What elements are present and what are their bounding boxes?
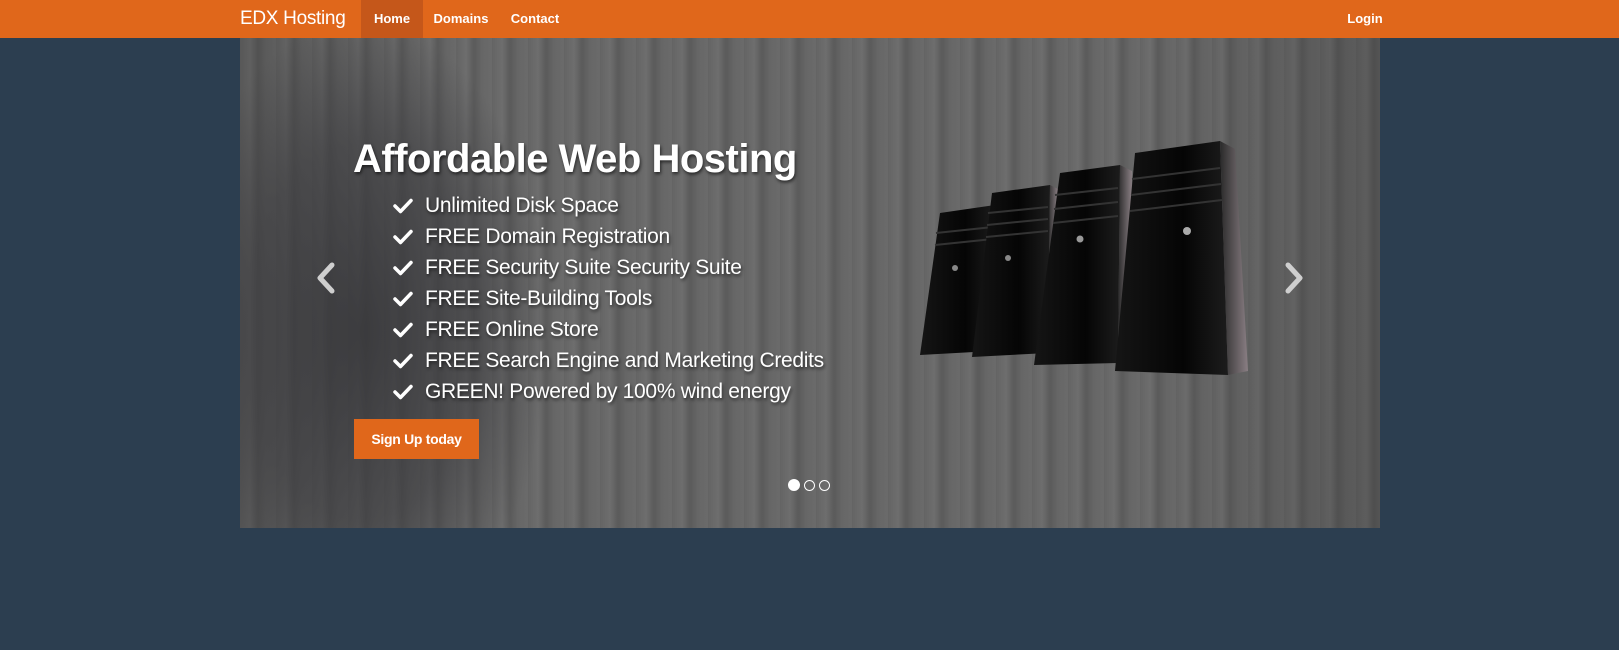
server-towers-image	[920, 141, 1248, 375]
signup-button[interactable]: Sign Up today	[354, 419, 479, 459]
check-icon	[393, 291, 413, 306]
carousel-indicator[interactable]	[804, 480, 815, 491]
hero-headline: Affordable Web Hosting	[353, 137, 797, 181]
feature-label: FREE Domain Registration	[425, 224, 670, 248]
feature-label: FREE Site-Building Tools	[425, 286, 653, 310]
feature-item: FREE Domain Registration	[393, 221, 824, 252]
check-icon	[393, 353, 413, 368]
nav-login[interactable]: Login	[1338, 0, 1392, 38]
nav-contact[interactable]: Contact	[499, 0, 571, 38]
check-icon	[393, 322, 413, 337]
feature-list: Unlimited Disk Space FREE Domain Registr…	[393, 190, 824, 407]
check-icon	[393, 260, 413, 275]
carousel-indicator[interactable]	[819, 480, 830, 491]
brand-logo[interactable]: EDX Hosting	[240, 0, 346, 38]
feature-label: GREEN! Powered by 100% wind energy	[425, 379, 791, 403]
feature-item: FREE Online Store	[393, 314, 824, 345]
carousel-indicators	[788, 479, 830, 491]
chevron-right-icon[interactable]	[1280, 253, 1310, 303]
check-icon	[393, 229, 413, 244]
feature-item: GREEN! Powered by 100% wind energy	[393, 376, 824, 407]
feature-label: FREE Search Engine and Marketing Credits	[425, 348, 824, 372]
check-icon	[393, 198, 413, 213]
feature-label: FREE Security Suite Security Suite	[425, 255, 742, 279]
carousel-indicator[interactable]	[788, 479, 800, 491]
hero-carousel: Affordable Web Hosting Unlimited Disk Sp…	[240, 38, 1380, 528]
feature-item: FREE Site-Building Tools	[393, 283, 824, 314]
check-icon	[393, 384, 413, 399]
nav-home[interactable]: Home	[361, 0, 423, 38]
chevron-left-icon[interactable]	[310, 253, 340, 303]
nav-domains[interactable]: Domains	[423, 0, 499, 38]
feature-item: FREE Search Engine and Marketing Credits	[393, 345, 824, 376]
navbar: EDX Hosting Home Domains Contact Login	[0, 0, 1619, 38]
feature-label: FREE Online Store	[425, 317, 599, 341]
feature-item: Unlimited Disk Space	[393, 190, 824, 221]
feature-label: Unlimited Disk Space	[425, 193, 619, 217]
feature-item: FREE Security Suite Security Suite	[393, 252, 824, 283]
